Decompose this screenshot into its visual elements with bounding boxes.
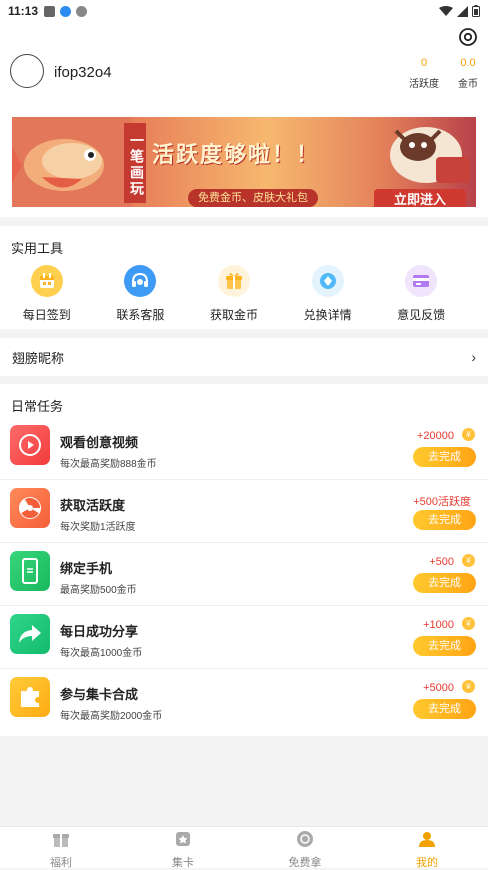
wifi-icon <box>439 5 453 16</box>
chevron-right-icon: › <box>471 349 476 365</box>
task-desc: 每次最高奖励888金币 <box>60 459 157 470</box>
tool-customer-service[interactable]: 联系客服 <box>94 265 188 323</box>
tab-welfare[interactable]: 福利 <box>0 827 122 869</box>
share-icon <box>10 614 50 654</box>
nickname-row[interactable]: 翅膀昵称 › <box>0 338 488 376</box>
bottom-tab-bar: 福利 集卡 免费拿 我的 <box>0 826 488 869</box>
tool-feedback[interactable]: 意见反馈 <box>374 265 468 323</box>
banner-wrap: 一笔画玩 活跃度够啦！！ 免费金币、皮肤大礼包 立即进入 <box>0 110 488 217</box>
banner-vertical-text: 一笔画玩 <box>124 123 146 203</box>
task-reward: +5000 <box>423 682 454 694</box>
tab-collect-cards[interactable]: 集卡 <box>122 827 244 869</box>
status-time: 11:13 <box>8 4 39 18</box>
tool-label: 意见反馈 <box>397 308 446 322</box>
activity-stat[interactable]: 0 活跃度 <box>404 57 444 90</box>
tools-grid: 每日签到 联系客服 获取金币 兑换详情 意见反馈 <box>0 257 488 329</box>
headset-icon <box>124 265 157 297</box>
gold-value: 0.0 <box>460 57 476 69</box>
task-title: 参与集卡合成 <box>60 687 139 702</box>
username: ifop32o4 <box>54 64 112 81</box>
tool-label: 兑换详情 <box>303 308 352 322</box>
notification-icon <box>44 5 56 17</box>
task-reward: +500活跃度 <box>413 496 471 508</box>
card-icon <box>405 265 438 297</box>
task-title: 观看创意视频 <box>60 435 139 450</box>
coin-icon: ¥ <box>462 617 475 630</box>
diamond-icon <box>311 265 344 297</box>
task-complete-button[interactable]: 去完成 <box>413 447 476 467</box>
task-complete-button[interactable]: 去完成 <box>413 510 476 530</box>
nickname-label: 翅膀昵称 <box>12 350 65 366</box>
gift-tab-icon <box>53 834 69 847</box>
task-row: 绑定手机 最高奖励500金币 +500 ¥ 去完成 <box>0 543 488 606</box>
task-title: 每日成功分享 <box>60 624 139 639</box>
avatar[interactable] <box>10 54 44 88</box>
task-desc: 每次最高1000金币 <box>60 648 143 659</box>
daily-tasks-card: 日常任务 观看创意视频 每次最高奖励888金币 +20000 ¥ 去完成 获取活… <box>0 384 488 736</box>
tool-label: 每日签到 <box>22 308 71 322</box>
task-row: 获取活跃度 每次奖励1活跃度 +500活跃度 去完成 <box>0 480 488 543</box>
signal-icon <box>457 5 468 17</box>
tool-label: 获取金币 <box>209 308 258 322</box>
phone-icon <box>10 551 50 591</box>
profile-header: ifop32o4 0 活跃度 0.0 金币 <box>0 22 488 110</box>
tools-card: 实用工具 每日签到 联系客服 获取金币 兑换详情 意见反馈 <box>0 226 488 329</box>
promo-banner[interactable]: 一笔画玩 活跃度够啦！！ 免费金币、皮肤大礼包 立即进入 <box>12 117 476 207</box>
coin-icon: ¥ <box>462 554 475 567</box>
settings-icon[interactable] <box>458 27 478 47</box>
banner-headline: 活跃度够啦！！ <box>152 142 321 167</box>
puzzle-icon <box>10 677 50 717</box>
tab-mine[interactable]: 我的 <box>366 827 488 869</box>
radiation-icon <box>10 488 50 528</box>
download-icon <box>60 5 72 17</box>
koi-fish-image <box>12 117 132 207</box>
task-desc: 最高奖励500金币 <box>60 585 137 596</box>
banner-enter-button[interactable]: 立即进入 <box>374 189 466 207</box>
task-title: 获取活跃度 <box>60 498 126 513</box>
task-desc: 每次最高奖励2000金币 <box>60 711 163 722</box>
status-bar: 11:13 <box>0 0 488 22</box>
free-tab-icon <box>297 831 313 847</box>
task-desc: 每次奖励1活跃度 <box>60 522 136 533</box>
calendar-icon <box>30 265 63 297</box>
gift-icon <box>217 265 250 297</box>
task-row: 观看创意视频 每次最高奖励888金币 +20000 ¥ 去完成 <box>0 417 488 480</box>
profile-tab-icon <box>419 832 435 847</box>
task-complete-button[interactable]: 去完成 <box>413 573 476 593</box>
coin-icon: ¥ <box>462 428 475 441</box>
task-row: 参与集卡合成 每次最高奖励2000金币 +5000 ¥ 去完成 <box>0 669 488 732</box>
cards-tab-icon <box>176 832 190 846</box>
tools-title: 实用工具 <box>11 241 64 256</box>
tool-daily-checkin[interactable]: 每日签到 <box>0 265 94 323</box>
task-complete-button[interactable]: 去完成 <box>413 699 476 719</box>
battery-icon <box>472 5 480 17</box>
coin-icon: ¥ <box>462 680 475 693</box>
activity-value: 0 <box>420 57 428 69</box>
task-reward: +20000 <box>416 430 454 442</box>
gold-stat[interactable]: 0.0 金币 <box>448 57 488 90</box>
task-title: 绑定手机 <box>60 561 113 576</box>
task-row: 每日成功分享 每次最高1000金币 +1000 ¥ 去完成 <box>0 606 488 669</box>
cow-image <box>390 127 470 183</box>
task-reward: +500 <box>429 556 454 568</box>
task-reward: +1000 <box>423 619 454 631</box>
play-icon <box>10 425 50 465</box>
tab-free[interactable]: 免费拿 <box>244 827 366 869</box>
gold-label: 金币 <box>458 79 478 90</box>
tool-get-gold[interactable]: 获取金币 <box>187 265 281 323</box>
shield-icon <box>76 5 88 17</box>
banner-pill: 免费金币、皮肤大礼包 <box>188 189 318 207</box>
activity-label: 活跃度 <box>409 79 439 90</box>
tool-exchange-details[interactable]: 兑换详情 <box>281 265 375 323</box>
tool-label: 联系客服 <box>116 308 165 322</box>
tasks-title: 日常任务 <box>11 399 64 414</box>
task-complete-button[interactable]: 去完成 <box>413 636 476 656</box>
status-right <box>439 5 480 17</box>
